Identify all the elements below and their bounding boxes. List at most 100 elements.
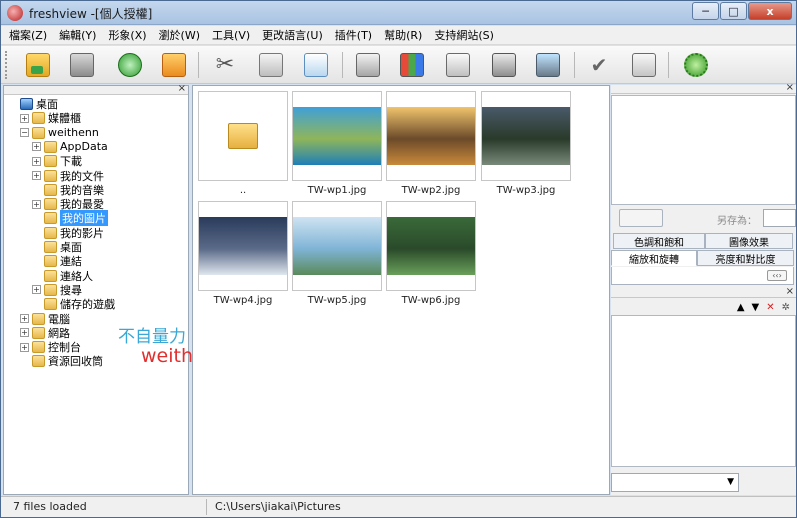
batch-list[interactable]	[611, 315, 796, 467]
delete-x-icon[interactable]: ✕	[766, 302, 774, 313]
tab-image-effects[interactable]: 圖像效果	[705, 233, 793, 249]
maximize-button[interactable]: □	[720, 2, 747, 20]
thumbnail-caption: TW-wp1.jpg	[307, 185, 367, 196]
thumbnail-item[interactable]: TW-wp2.jpg	[386, 91, 476, 196]
expand-toggle-icon[interactable]: +	[20, 113, 29, 123]
tree-item[interactable]: + 媒體櫃	[20, 111, 81, 125]
paste-button[interactable]	[353, 50, 383, 80]
tree-item[interactable]: 儲存的遊戲	[32, 297, 115, 311]
minimize-button[interactable]: ─	[692, 2, 719, 20]
scan-button[interactable]	[533, 50, 563, 80]
menu-tools[interactable]: 工具(V)	[212, 27, 250, 43]
menu-file[interactable]: 檔案(Z)	[9, 27, 47, 43]
thumbnail-item[interactable]: TW-wp5.jpg	[292, 201, 382, 306]
tree-item[interactable]: 連結	[32, 254, 82, 268]
thumbnail-item[interactable]: TW-wp6.jpg	[386, 201, 476, 306]
tree-item[interactable]: 我的影片	[32, 226, 104, 240]
mail-button[interactable]	[629, 50, 659, 80]
close-tree-pane-icon[interactable]: ×	[178, 83, 186, 94]
tree-item[interactable]: 桌面	[32, 240, 82, 254]
menu-edit[interactable]: 編輯(Y)	[59, 27, 96, 43]
menu-help[interactable]: 幫助(R)	[384, 27, 422, 43]
expand-toggle-icon[interactable]: +	[20, 314, 29, 323]
thumbnail-view-icon	[400, 53, 424, 77]
tree-item[interactable]: + 我的文件	[32, 169, 104, 183]
expand-toggle-icon[interactable]: +	[32, 285, 41, 295]
toolbar-grip[interactable]	[5, 51, 8, 79]
close-button[interactable]: x	[748, 2, 792, 20]
tab-resize-rotate[interactable]: 縮放和旋轉	[611, 250, 697, 266]
pictures-folder-icon	[44, 212, 57, 225]
folder-tree-pane: × 桌面 + 媒體櫃 − weithenn + AppData + 下載 + 我的文件 我的音樂 + 我的…	[3, 83, 189, 495]
menu-view[interactable]: 瀏於(W)	[159, 27, 200, 43]
copy-icon	[304, 53, 328, 77]
tree-item[interactable]: + 網路	[20, 326, 70, 340]
copy-button[interactable]	[301, 50, 331, 80]
tree-item[interactable]: 資源回收筒	[20, 354, 103, 368]
tree-item[interactable]: 桌面	[8, 97, 58, 111]
tree-item[interactable]: 我的圖片	[32, 210, 108, 227]
tree-item[interactable]: + AppData	[32, 140, 108, 154]
home-folder-button[interactable]	[159, 50, 189, 80]
download-folder-icon	[44, 155, 57, 168]
refresh-button[interactable]	[115, 50, 145, 80]
photo-thumbnail	[387, 107, 475, 165]
tree-item[interactable]: + 控制台	[20, 340, 81, 354]
expand-toggle-icon[interactable]: +	[32, 171, 41, 180]
expand-toggle-icon[interactable]: +	[20, 328, 29, 338]
thumbnail-item[interactable]: TW-wp1.jpg	[292, 91, 382, 196]
tree-item[interactable]: − weithenn	[20, 126, 99, 140]
save-as-input[interactable]	[763, 209, 796, 227]
tree-item[interactable]: + 電腦	[20, 312, 70, 326]
thumbnail-item[interactable]: ..	[198, 91, 288, 196]
tab-brightness-contrast[interactable]: 亮度和對比度	[697, 250, 794, 266]
tree-item[interactable]: + 我的最愛	[32, 197, 104, 211]
close-preview-pane-icon[interactable]: ×	[786, 82, 794, 93]
folder-up-button[interactable]	[23, 50, 53, 80]
expand-toggle-icon[interactable]: +	[20, 342, 29, 352]
tab-scroll-control[interactable]: ‹‹›	[767, 270, 787, 281]
tree-item[interactable]: 我的音樂	[32, 183, 104, 197]
tab-hue-saturation[interactable]: 色調和飽和	[613, 233, 705, 249]
window-title: freshview -[個人授權]	[29, 7, 153, 21]
tree-item[interactable]: + 搜尋	[32, 283, 82, 297]
thumbnail-item[interactable]: TW-wp4.jpg	[198, 201, 288, 306]
tree-item[interactable]: + 下載	[32, 154, 82, 168]
plugin-button[interactable]	[681, 50, 711, 80]
toolbar-separator	[198, 52, 199, 78]
check-button[interactable]: ✔	[584, 50, 614, 80]
tree-item-label: 資源回收筒	[48, 355, 103, 369]
document-stack-button[interactable]	[443, 50, 473, 80]
print-button[interactable]	[67, 50, 97, 80]
save-as-button[interactable]	[619, 209, 663, 227]
expand-toggle-icon[interactable]: +	[32, 142, 41, 152]
cut-button[interactable]: ✂	[210, 50, 240, 80]
up-arrow-icon[interactable]: ▲	[737, 302, 745, 313]
thumbnail-view-button[interactable]	[397, 50, 427, 80]
photo-thumbnail	[293, 217, 381, 275]
save-disk-button[interactable]	[489, 50, 519, 80]
title-bar[interactable]: freshview -[個人授權] ─ □ x	[1, 1, 796, 25]
options-dropdown[interactable]: ▼	[611, 473, 739, 492]
expand-toggle-icon[interactable]: −	[20, 128, 29, 138]
expand-toggle-icon[interactable]: +	[32, 199, 41, 209]
thumbnail-item[interactable]: TW-wp3.jpg	[481, 91, 571, 196]
photo-thumbnail	[387, 217, 475, 275]
clipboard-icon	[259, 53, 283, 77]
menu-image[interactable]: 形象(X)	[108, 27, 146, 43]
close-list-pane-icon[interactable]: ×	[786, 286, 794, 297]
thumbnail-frame	[292, 201, 382, 291]
tree-item[interactable]: 連絡人	[32, 269, 93, 283]
down-arrow-icon[interactable]: ▼	[752, 302, 760, 313]
clipboard-button[interactable]	[256, 50, 286, 80]
menu-plugins[interactable]: 插件(T)	[335, 27, 372, 43]
expand-toggle-icon[interactable]: +	[32, 156, 41, 166]
thumbnail-frame	[386, 91, 476, 181]
app-logo-icon[interactable]	[7, 5, 23, 21]
menu-language[interactable]: 更改語言(U)	[262, 27, 323, 43]
settings-sparkle-icon[interactable]: ✲	[782, 302, 790, 313]
menu-support-site[interactable]: 支持網站(S)	[434, 27, 494, 43]
scanner-icon	[536, 53, 560, 77]
